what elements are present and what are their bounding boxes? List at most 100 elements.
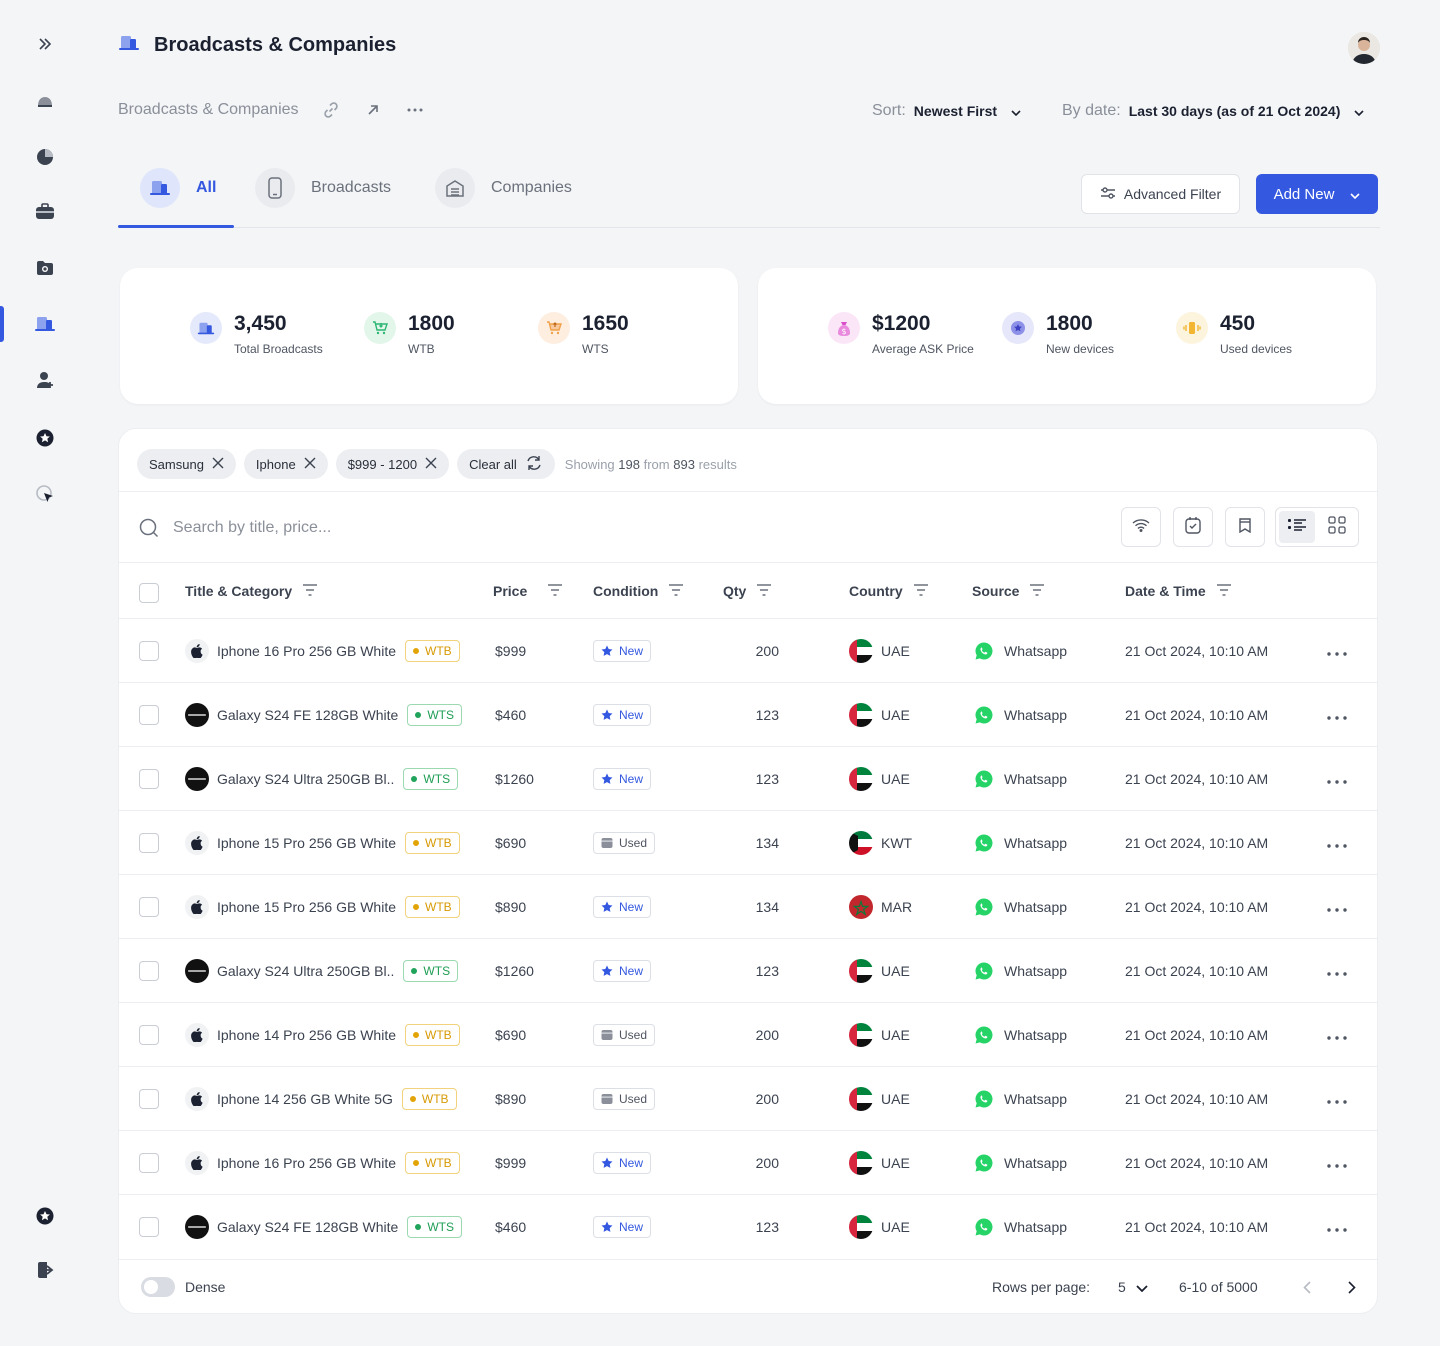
tab-companies-label: Companies (491, 179, 572, 196)
column-source[interactable]: Source (972, 583, 1045, 599)
table-row[interactable]: Galaxy S24 FE 128GB White WTS $460 New 123 UA… (119, 683, 1377, 747)
country-code: UAE (881, 1219, 910, 1235)
tab-broadcasts[interactable]: Broadcasts (255, 164, 391, 228)
bookmark-button[interactable] (1225, 507, 1265, 547)
column-condition[interactable]: Condition (593, 583, 684, 599)
row-checkbox[interactable] (139, 1067, 159, 1131)
link-icon[interactable] (321, 100, 341, 120)
row-checkbox[interactable] (139, 1195, 159, 1259)
filter-lines-icon[interactable] (1029, 583, 1045, 599)
clear-all-button[interactable]: Clear all (457, 449, 555, 479)
table-row[interactable]: Galaxy S24 Ultra 250GB Bl.. WTS $1260 New 12… (119, 747, 1377, 811)
filter-lines-icon[interactable] (547, 583, 563, 599)
row-actions-button[interactable] (1327, 1003, 1347, 1067)
home-icon[interactable] (33, 88, 57, 112)
row-actions-button[interactable] (1327, 875, 1347, 939)
calendar-check-button[interactable] (1173, 507, 1213, 547)
row-actions-button[interactable] (1327, 683, 1347, 747)
row-actions-button[interactable] (1327, 747, 1347, 811)
tab-all-label: All (196, 179, 217, 196)
condition-label: New (619, 708, 644, 722)
date-range-dropdown[interactable]: By date: Last 30 days (as of 21 Oct 2024… (1062, 102, 1364, 120)
filter-lines-icon[interactable] (302, 583, 318, 599)
external-link-icon[interactable] (363, 100, 383, 120)
select-all-checkbox[interactable] (139, 583, 159, 603)
advanced-filter-button[interactable]: Advanced Filter (1081, 174, 1240, 214)
avatar[interactable] (1348, 32, 1380, 64)
column-title[interactable]: Title & Category (185, 583, 318, 599)
column-country[interactable]: Country (849, 583, 929, 599)
list-view-button[interactable] (1279, 511, 1315, 543)
wifi-filter-button[interactable] (1121, 507, 1161, 547)
wifi-icon (1132, 518, 1150, 537)
row-actions-button[interactable] (1327, 811, 1347, 875)
row-actions-button[interactable] (1327, 1131, 1347, 1195)
table-header: Title & Category Price Condition Qty Cou… (119, 563, 1377, 619)
filter-lines-icon[interactable] (913, 583, 929, 599)
more-horizontal-icon[interactable] (405, 100, 425, 120)
pagination-range: 6-10 of 5000 (1179, 1279, 1258, 1295)
column-title-label: Title & Category (185, 583, 293, 599)
user-add-icon[interactable] (33, 368, 57, 392)
tab-all[interactable]: All (140, 164, 216, 228)
logout-icon[interactable] (33, 1258, 57, 1282)
table-row[interactable]: Iphone 16 Pro 256 GB White WTB $999 New 200 U… (119, 1131, 1377, 1195)
row-actions-button[interactable] (1327, 939, 1347, 1003)
badge-star-icon[interactable] (33, 1204, 57, 1228)
filter-lines-icon[interactable] (668, 583, 684, 599)
expand-sidebar-icon[interactable] (33, 32, 57, 56)
sort-dropdown[interactable]: Sort: Newest First (872, 102, 1021, 120)
dense-toggle[interactable] (141, 1277, 175, 1297)
row-checkbox[interactable] (139, 1003, 159, 1067)
filter-lines-icon[interactable] (1216, 583, 1232, 599)
row-checkbox[interactable] (139, 747, 159, 811)
row-actions-button[interactable] (1327, 1195, 1347, 1259)
column-qty[interactable]: Qty (723, 583, 772, 599)
dense-label: Dense (185, 1279, 226, 1295)
stats-card-devices: $ $1200 Average ASK Price 1800 New devic… (758, 268, 1376, 404)
row-checkbox[interactable] (139, 939, 159, 1003)
broadcast-nav-icon[interactable] (33, 312, 57, 336)
country-code: MAR (881, 899, 913, 915)
rows-per-page-select[interactable]: 5 (1118, 1279, 1148, 1295)
table-row[interactable]: Iphone 14 256 GB White 5G WTB $890 Used 200 U… (119, 1067, 1377, 1131)
condition-badge: New (593, 704, 652, 726)
row-actions-button[interactable] (1327, 619, 1347, 683)
tab-companies[interactable]: Companies (435, 164, 572, 228)
briefcase-icon[interactable] (33, 200, 57, 224)
column-price[interactable]: Price (493, 583, 563, 599)
row-checkbox[interactable] (139, 1131, 159, 1195)
row-checkbox[interactable] (139, 683, 159, 747)
results-summary: Showing 198 from 893 results (565, 457, 737, 472)
row-actions-button[interactable] (1327, 1067, 1347, 1131)
filter-chip[interactable]: Iphone (243, 449, 328, 479)
badge-star-icon[interactable] (33, 426, 57, 450)
chevron-right-icon[interactable] (1348, 1281, 1356, 1297)
table-row[interactable]: Iphone 15 Pro 256 GB White WTB $890 New 134 M… (119, 875, 1377, 939)
close-icon[interactable] (425, 457, 437, 472)
table-row[interactable]: Iphone 14 Pro 256 GB White WTB $690 Used 200… (119, 1003, 1377, 1067)
close-icon[interactable] (304, 457, 316, 472)
grid-view-button[interactable] (1319, 511, 1355, 543)
pie-chart-icon[interactable] (33, 144, 57, 168)
folder-search-icon[interactable] (33, 256, 57, 280)
row-checkbox[interactable] (139, 875, 159, 939)
table-row[interactable]: Galaxy S24 FE 128GB White WTS $460 New 123 UA… (119, 1195, 1377, 1259)
stats-card-broadcasts: 3,450 Total Broadcasts 1800 WTB 1650 WTS (120, 268, 738, 404)
table-row[interactable]: Galaxy S24 Ultra 250GB Bl.. WTS $1260 New 12… (119, 939, 1377, 1003)
row-checkbox[interactable] (139, 811, 159, 875)
table-row[interactable]: Iphone 15 Pro 256 GB White WTB $690 Used 134… (119, 811, 1377, 875)
filter-chip[interactable]: Samsung (137, 449, 236, 479)
country-cell: UAE (849, 1003, 910, 1067)
table-row[interactable]: Iphone 16 Pro 256 GB White WTB $999 New 200 U… (119, 619, 1377, 683)
row-checkbox[interactable] (139, 619, 159, 683)
filter-chip[interactable]: $999 - 1200 (335, 449, 450, 479)
add-new-button[interactable]: Add New (1256, 174, 1378, 214)
cursor-click-icon[interactable] (33, 482, 57, 506)
filter-lines-icon[interactable] (756, 583, 772, 599)
close-icon[interactable] (212, 457, 224, 472)
tab-broadcasts-label: Broadcasts (311, 179, 392, 196)
column-date[interactable]: Date & Time (1125, 583, 1232, 599)
search-input[interactable] (173, 514, 873, 542)
chevron-left-icon[interactable] (1303, 1281, 1311, 1297)
